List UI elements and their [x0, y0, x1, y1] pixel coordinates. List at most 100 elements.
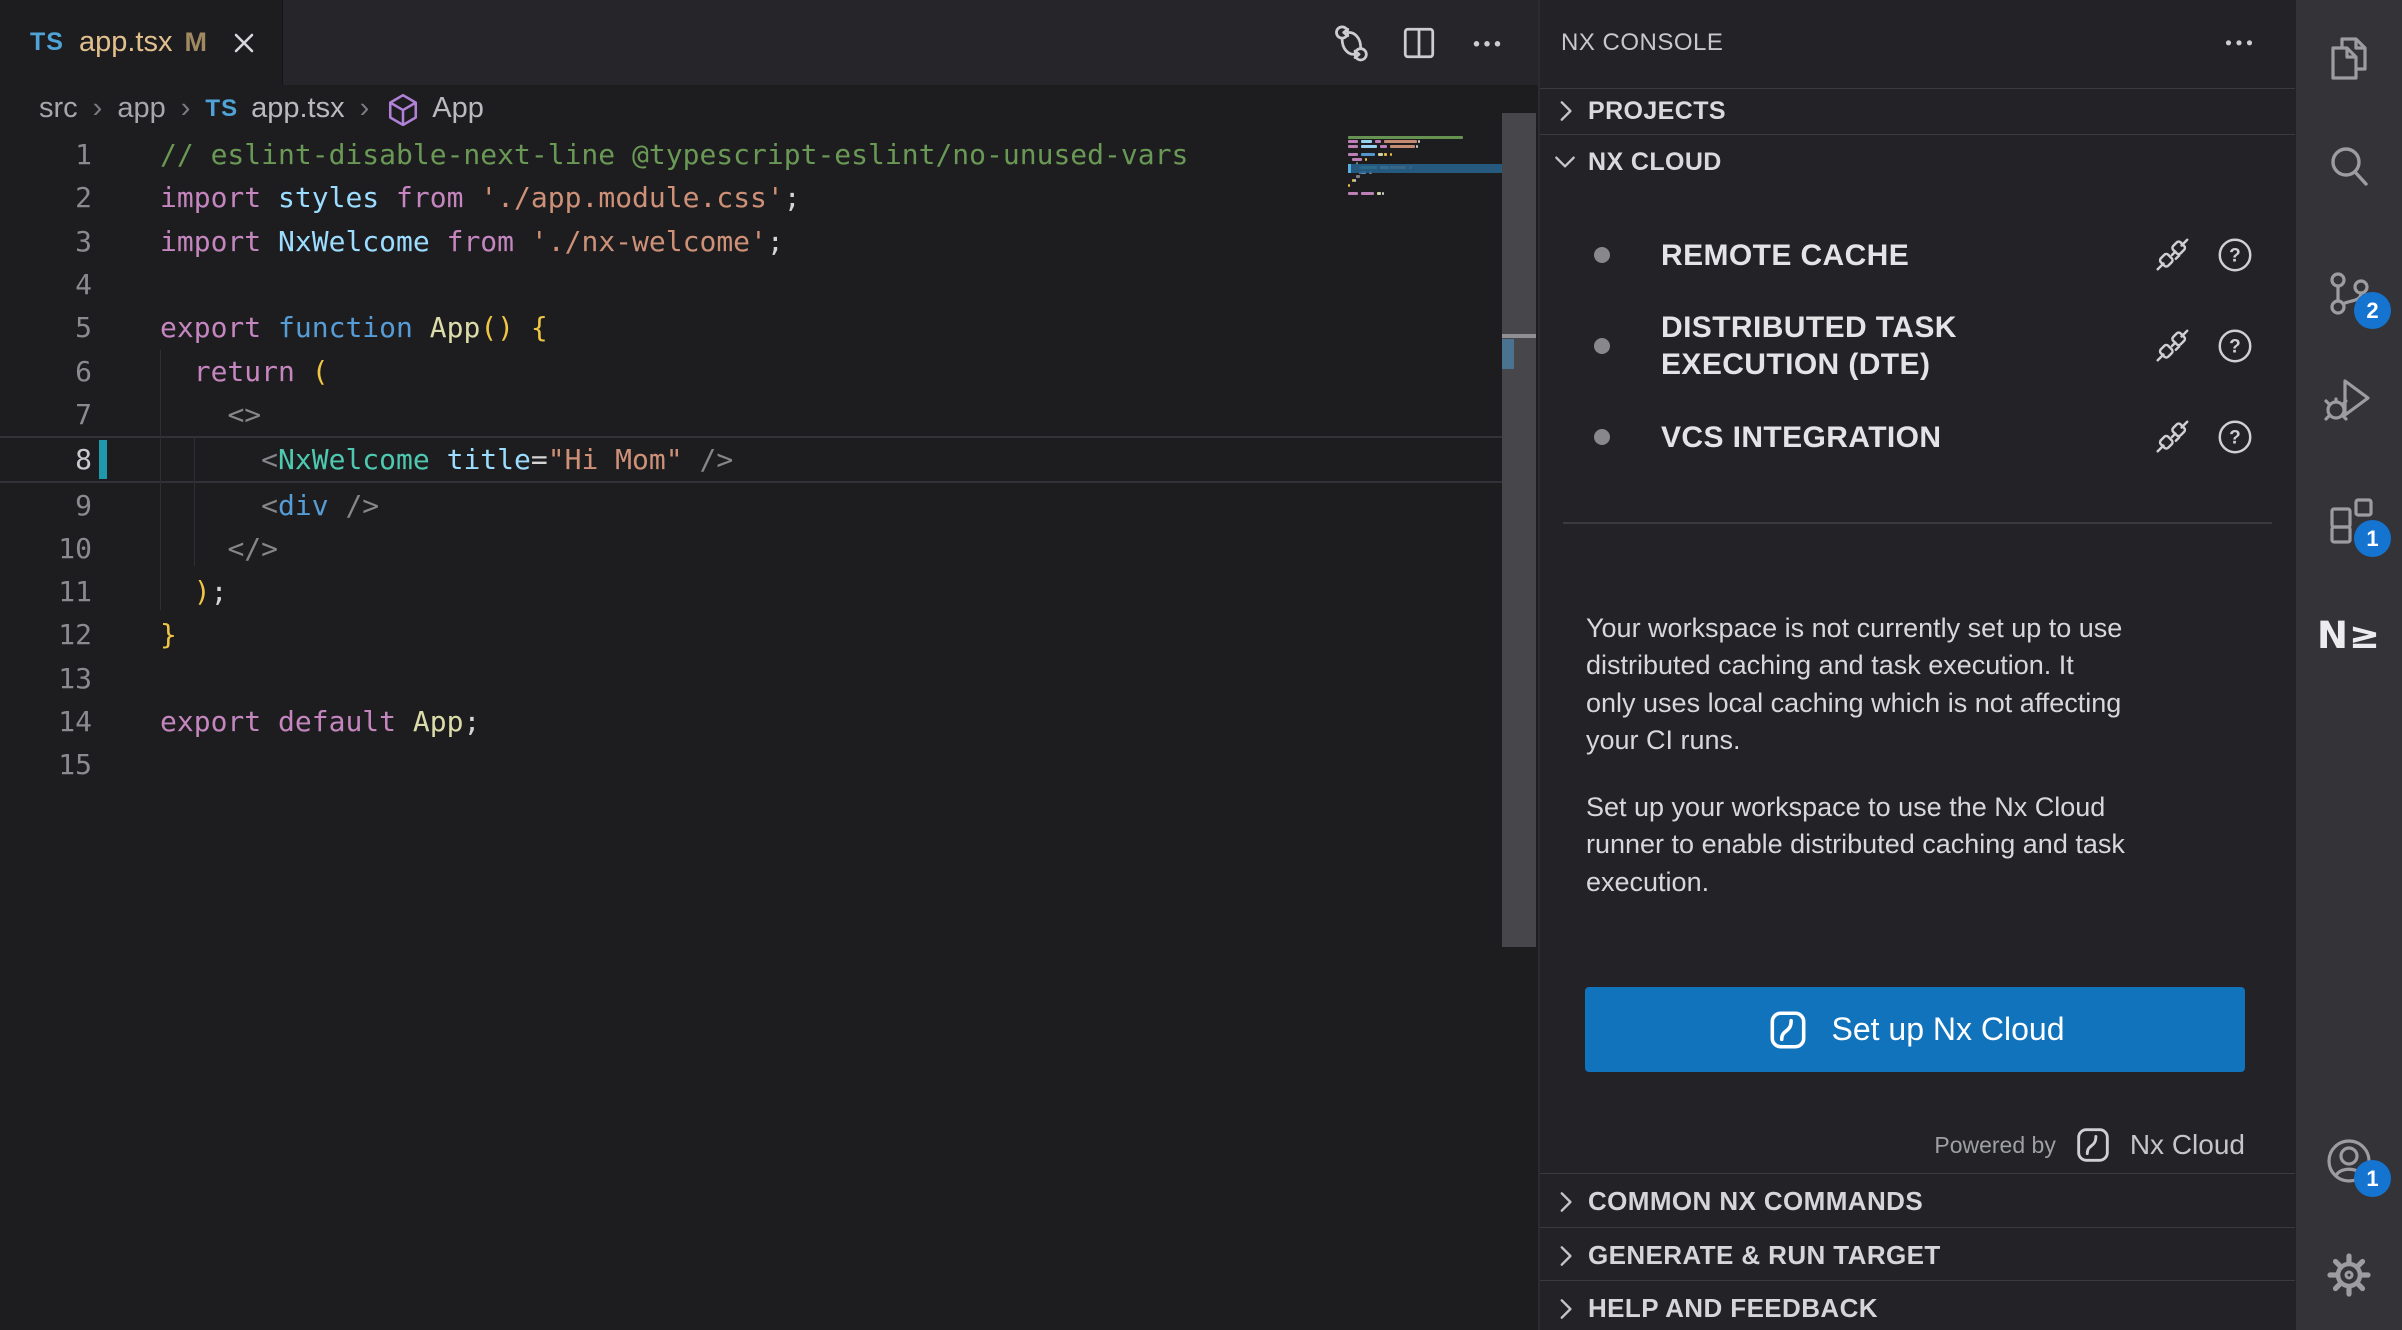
chevron-right-icon: › [93, 92, 103, 125]
scrollbar-modified-marker [1502, 339, 1514, 369]
code-line[interactable]: 2import styles from './app.module.css'; [0, 176, 1502, 219]
activity-bar-nx-console-icon[interactable]: N≥ [2323, 609, 2375, 661]
code-text: import styles from './app.module.css'; [160, 181, 801, 214]
activity-bar-explorer-icon[interactable] [2323, 32, 2375, 84]
code-text: <> [160, 398, 261, 431]
chevron-down-icon [1552, 149, 1578, 175]
feature-label: DISTRIBUTED TASK EXECUTION (DTE) [1661, 309, 2152, 383]
button-label: Set up Nx Cloud [1831, 1011, 2064, 1048]
breadcrumb-folder[interactable]: src [39, 92, 78, 125]
activity-bar-run-and-debug-icon[interactable] [2323, 372, 2375, 424]
section-common-nx-commands[interactable]: COMMON NX COMMANDS [1540, 1175, 2295, 1228]
chevron-right-icon: › [181, 92, 191, 125]
code-line[interactable]: 10 </> [0, 527, 1502, 570]
code-text: </> [160, 532, 278, 565]
section-help-and-feedback[interactable]: HELP AND FEEDBACK [1540, 1282, 2295, 1330]
code-line[interactable]: 7 <> [0, 393, 1502, 436]
scrollbar-divider [1502, 334, 1536, 338]
svg-text:?: ? [2229, 246, 2241, 267]
editor-scrollbar[interactable] [1502, 113, 1536, 947]
chevron-right-icon [1552, 1296, 1578, 1322]
code-text: ); [160, 575, 227, 608]
more-actions-icon[interactable] [1466, 22, 1508, 64]
chevron-right-icon [1552, 1243, 1578, 1269]
nx-cloud-feature-row: REMOTE CACHE? [1585, 222, 2255, 288]
divider [1540, 1173, 2295, 1174]
activity-bar: 21N≥1 [2295, 0, 2402, 1330]
code-line[interactable]: 9 <div /> [0, 483, 1502, 526]
code-text: <div /> [160, 489, 379, 522]
close-tab-icon[interactable] [229, 28, 259, 58]
nx-cloud-logo-icon [1765, 1007, 1811, 1053]
line-number: 8 [0, 443, 92, 476]
line-number: 3 [0, 225, 92, 258]
minimap[interactable] [1348, 136, 1502, 216]
breadcrumb-symbol[interactable]: App [432, 92, 484, 125]
section-nx-cloud[interactable]: NX CLOUD [1540, 138, 2295, 186]
code-text: // eslint-disable-next-line @typescript-… [160, 138, 1188, 171]
connect-plug-icon [2152, 326, 2192, 366]
code-text: return ( [160, 355, 329, 388]
chevron-right-icon [1552, 98, 1578, 124]
line-number: 15 [0, 748, 92, 781]
line-number: 12 [0, 618, 92, 651]
code-line[interactable]: 15 [0, 743, 1502, 786]
editor-group: TS app.tsx M [0, 0, 1540, 1330]
tab-label: app.tsx [79, 26, 173, 59]
line-number: 1 [0, 138, 92, 171]
code-text: <NxWelcome title="Hi Mom" /> [160, 443, 733, 476]
code-line[interactable]: 5export function App() { [0, 306, 1502, 349]
svg-text:?: ? [2229, 337, 2241, 358]
code-line[interactable]: 8 <NxWelcome title="Hi Mom" /> [0, 436, 1502, 483]
indent-guide [160, 350, 161, 610]
code-line[interactable]: 6 return ( [0, 349, 1502, 392]
section-label: NX CLOUD [1588, 148, 1722, 177]
chevron-right-icon: › [360, 92, 370, 125]
line-number: 9 [0, 489, 92, 522]
breadcrumb-file[interactable]: app.tsx [251, 92, 345, 125]
code-line[interactable]: 12} [0, 613, 1502, 656]
status-dot [1594, 429, 1610, 445]
powered-by-label: Powered by [1934, 1132, 2055, 1159]
gutter-modified-marker [99, 440, 107, 479]
status-dot [1594, 247, 1610, 263]
breadcrumb-folder[interactable]: app [117, 92, 165, 125]
code-line[interactable]: 11 ); [0, 570, 1502, 613]
workspace-description: Your workspace is not currently set up t… [1586, 610, 2262, 759]
help-question-icon: ? [2215, 417, 2255, 457]
nx-cloud-logo-icon [2072, 1124, 2114, 1166]
activity-bar-settings-icon[interactable] [2323, 1249, 2375, 1301]
open-changes-icon[interactable] [1330, 22, 1372, 64]
activity-bar-search-icon[interactable] [2323, 141, 2375, 193]
feature-label: REMOTE CACHE [1661, 237, 2152, 274]
code-editor[interactable]: 1 // eslint-disable-next-line @typescript… [0, 133, 1502, 786]
divider [1540, 134, 2295, 135]
panel-more-actions-icon[interactable] [2218, 21, 2260, 63]
split-editor-icon[interactable] [1398, 22, 1440, 64]
connect-plug-icon [2152, 417, 2192, 457]
code-line[interactable]: 13 [0, 657, 1502, 700]
accounts-badge: 1 [2354, 1160, 2391, 1197]
brand-label: Nx Cloud [2130, 1129, 2245, 1161]
breadcrumb: src › app › TS app.tsx › App [0, 85, 1540, 132]
code-line[interactable]: 14export default App; [0, 700, 1502, 743]
section-label: HELP AND FEEDBACK [1588, 1293, 1878, 1324]
help-question-icon: ? [2215, 326, 2255, 366]
tab-app-tsx[interactable]: TS app.tsx M [0, 0, 283, 85]
code-line[interactable]: 3import NxWelcome from './nx-welcome'; [0, 220, 1502, 263]
typescript-file-icon: TS [30, 28, 64, 57]
setup-cta-text: Set up your workspace to use the Nx Clou… [1586, 789, 2262, 901]
code-line[interactable]: 1 // eslint-disable-next-line @typescript… [0, 133, 1502, 176]
minimap-viewport-highlight [1348, 164, 1502, 173]
section-label: COMMON NX COMMANDS [1588, 1186, 1923, 1217]
line-number: 13 [0, 662, 92, 695]
line-number: 10 [0, 532, 92, 565]
code-line[interactable]: 4 [0, 263, 1502, 306]
help-question-icon: ? [2215, 235, 2255, 275]
line-number: 14 [0, 705, 92, 738]
section-projects[interactable]: PROJECTS [1540, 89, 2295, 133]
setup-nx-cloud-button[interactable]: Set up Nx Cloud [1585, 987, 2245, 1072]
extensions-badge: 1 [2354, 520, 2391, 557]
symbol-cube-icon [386, 92, 420, 126]
section-generate-run-target[interactable]: GENERATE & RUN TARGET [1540, 1229, 2295, 1282]
